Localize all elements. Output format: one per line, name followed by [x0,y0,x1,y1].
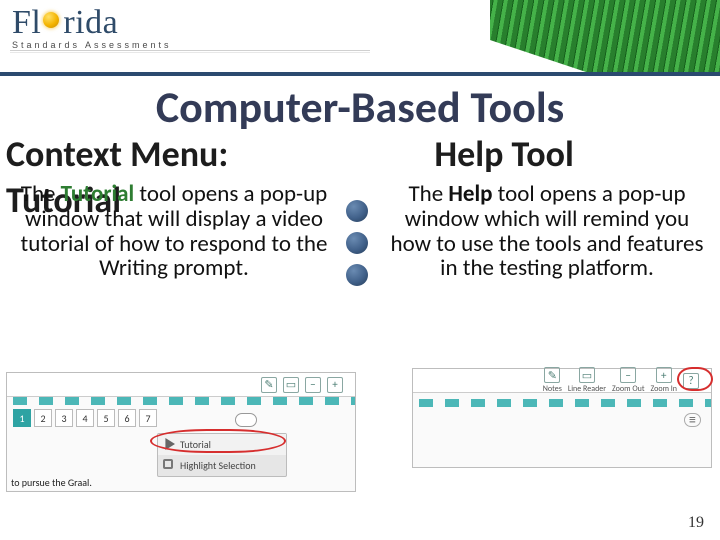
title-bar: Computer-Based Tools [0,80,720,136]
right-column: The Help tool opens a pop-up window whic… [360,182,720,372]
right-paragraph: The Help tool opens a pop-up window whic… [390,182,704,281]
left-paragraph: The Tutorial tool opens a pop-up window … [18,182,330,281]
toolbar-item: − Zoom Out [612,367,644,394]
brand-prefix: Fl [12,4,41,41]
zoom-out-icon: − [305,377,321,393]
subheadings-row: Context Menu: Help Tool [0,136,720,174]
sun-icon [41,4,63,42]
left-column: The Tutorial tool opens a pop-up window … [0,182,360,372]
brand-logo: Fl rida Standards Assessments [12,4,172,50]
page-number: 2 [34,409,52,427]
toolbar-item: ✎ Notes [543,367,562,394]
bullet-dot [346,232,368,254]
dashed-rule [7,397,355,405]
edit-icon: ✎ [261,377,277,393]
bullet-column [346,200,368,286]
left-subheading-wrap: Context Menu: [0,136,374,174]
divider [10,52,370,53]
left-subheading: Context Menu: [6,136,374,174]
text: The [408,180,448,208]
toolbar-label: Line Reader [568,384,606,394]
slide-number: 19 [688,514,704,532]
mini-toolbar: ✎ ▭ − + [7,373,355,397]
toolbar-label: Zoom Out [612,384,644,394]
zoom-out-icon: − [620,367,636,383]
bullet-dot [346,264,368,286]
toolbar-label: Zoom In [651,384,678,394]
page-number: 3 [55,409,73,427]
context-menu-toggle: ≡ [684,413,701,427]
callout-circle [677,367,713,391]
sample-passage-text: to pursue the Graal. [11,476,92,489]
screenshot-tutorial: ✎ ▭ − + 1 2 3 4 5 6 7 Tutorial Highlight… [6,372,356,492]
right-subheading: Help Tool [434,136,720,174]
mini-toolbar: ✎ Notes ▭ Line Reader − Zoom Out + Zoom … [413,369,711,393]
context-menu-item-highlight: Highlight Selection [158,455,286,476]
brand-suffix: rida [63,4,118,41]
page-number: 6 [118,409,136,427]
brand-word: Fl rida [12,4,172,42]
notes-icon: ✎ [544,367,560,383]
toolbar-item: ▭ Line Reader [568,367,606,394]
right-subheading-wrap: Help Tool [374,136,720,174]
page-number: 7 [139,409,157,427]
toolbar-item: + Zoom In [651,367,678,394]
page-number-active: 1 [13,409,31,427]
palm-decor [490,0,720,72]
page-title: Computer-Based Tools [156,80,564,134]
keyword-help: Help [448,180,492,208]
dashed-rule [413,399,711,407]
zoom-in-icon: + [656,367,672,383]
keyword-tutorial: Tutorial [61,180,135,208]
toolbar-label: Notes [543,384,562,394]
callout-circle [150,429,286,453]
header: Fl rida Standards Assessments [0,0,720,76]
slide: Fl rida Standards Assessments Computer-B… [0,0,720,540]
context-menu-toggle [235,413,257,427]
divider [10,50,370,51]
line-reader-icon: ▭ [283,377,299,393]
text: The [21,180,61,208]
context-menu-label: Highlight Selection [180,459,256,472]
page-number: 5 [97,409,115,427]
line-reader-icon: ▭ [579,367,595,383]
brand-subtitle: Standards Assessments [12,40,172,50]
page-number: 4 [76,409,94,427]
pager: 1 2 3 4 5 6 7 [7,405,355,431]
highlight-icon [163,459,173,469]
zoom-in-icon: + [327,377,343,393]
bullet-dot [346,200,368,222]
screenshot-help: ✎ Notes ▭ Line Reader − Zoom Out + Zoom … [412,368,712,468]
